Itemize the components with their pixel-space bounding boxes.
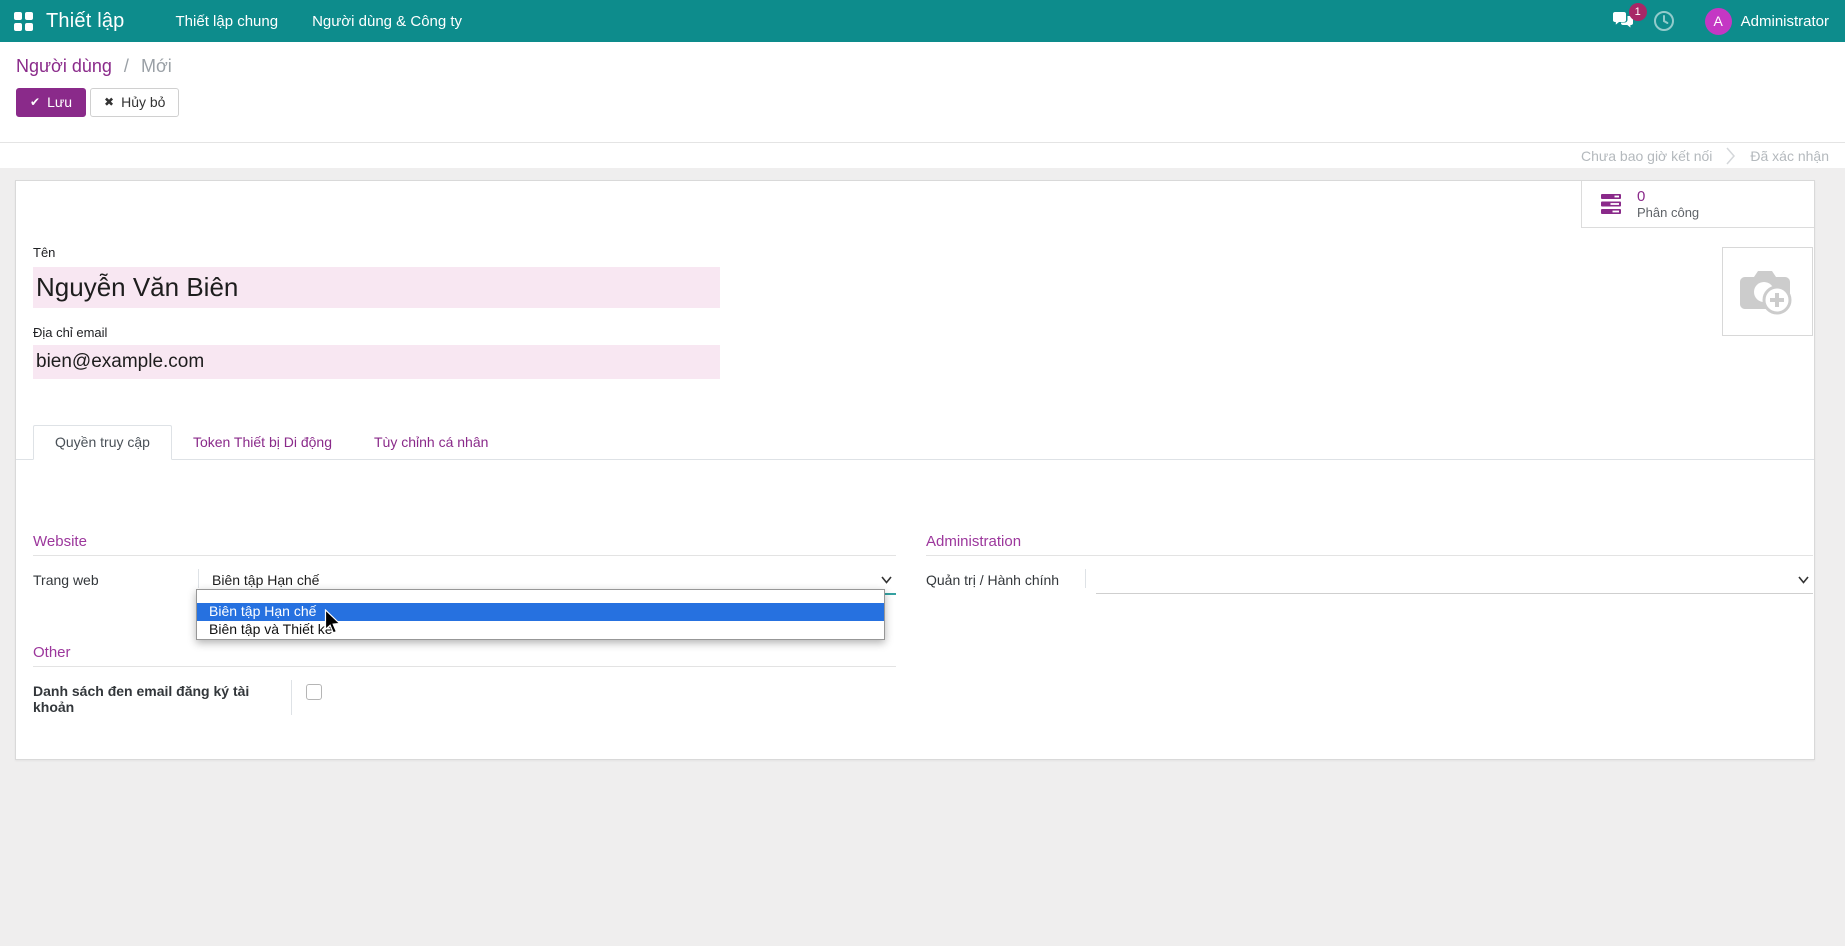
camera-plus-icon (1739, 267, 1797, 317)
control-panel: Người dùng / Mới ✔Lưu ✖Hủy bỏ (0, 42, 1845, 143)
check-icon: ✔ (30, 95, 40, 109)
administration-group-heading: Administration (926, 533, 1813, 556)
website-select-dropdown: Biên tập Hạn chế Biên tập và Thiết kế (196, 589, 885, 640)
activities-button[interactable] (1653, 10, 1675, 32)
x-icon: ✖ (104, 95, 114, 109)
tab-mobile-device-token[interactable]: Token Thiết bị Di động (172, 426, 353, 459)
group-website: Website Trang web Biên tập Hạn chế (33, 533, 896, 595)
save-button[interactable]: ✔Lưu (16, 88, 86, 117)
assignments-stat-button[interactable]: 0 Phân công (1581, 181, 1814, 228)
user-menu[interactable]: A Administrator (1705, 8, 1829, 35)
blacklist-checkbox-label: Danh sách đen email đăng ký tài khoản (33, 680, 292, 715)
stat-label: Phân công (1637, 205, 1699, 221)
tasks-icon (1600, 193, 1624, 215)
group-administration: Administration Quản trị / Hành chính (926, 533, 1813, 594)
administration-field-label: Quản trị / Hành chính (926, 569, 1086, 588)
name-input[interactable] (33, 267, 720, 308)
breadcrumb: Người dùng / Mới (16, 56, 1845, 77)
website-group-heading: Website (33, 533, 896, 556)
chevron-down-icon (881, 576, 892, 584)
other-group-heading: Other (33, 644, 896, 667)
statusbar: Chưa bao giờ kết nối Đã xác nhận (0, 143, 1845, 168)
user-avatar: A (1705, 8, 1732, 35)
status-step-never-connected[interactable]: Chưa bao giờ kết nối (1581, 148, 1712, 164)
stat-value: 0 (1637, 188, 1699, 205)
main-menu: Thiết lập chung Người dùng & Công ty (159, 0, 480, 42)
discard-button[interactable]: ✖Hủy bỏ (90, 88, 179, 117)
clock-icon (1653, 10, 1675, 32)
breadcrumb-current: Mới (141, 56, 172, 76)
tab-access-rights[interactable]: Quyền truy cập (33, 425, 172, 460)
top-navbar: Thiết lập Thiết lập chung Người dùng & C… (0, 0, 1845, 42)
breadcrumb-separator: / (124, 56, 129, 76)
website-select-value: Biên tập Hạn chế (212, 572, 319, 588)
tab-preferences[interactable]: Tùy chỉnh cá nhân (353, 426, 509, 459)
menu-item-users-companies[interactable]: Người dùng & Công ty (295, 0, 479, 42)
notebook-tabs: Quyền truy cập Token Thiết bị Di động Tù… (16, 425, 1814, 460)
breadcrumb-users-link[interactable]: Người dùng (16, 56, 112, 76)
apps-menu-button[interactable] (0, 0, 46, 42)
website-field-label: Trang web (33, 569, 199, 588)
profile-photo-upload[interactable] (1722, 247, 1813, 336)
email-input[interactable] (33, 345, 720, 379)
messages-button[interactable]: 1 (1611, 11, 1635, 31)
email-field-label: Địa chỉ email (33, 325, 107, 340)
app-title[interactable]: Thiết lập (46, 10, 125, 33)
chevron-down-icon (1798, 576, 1809, 584)
name-field-label: Tên (33, 245, 55, 260)
statusbar-arrow-icon (1726, 147, 1736, 165)
form-sheet: 0 Phân công Tên Địa chỉ email Quyền truy… (15, 180, 1815, 760)
dropdown-option-restricted-editor[interactable]: Biên tập Hạn chế (197, 603, 884, 621)
blacklist-checkbox[interactable] (306, 684, 322, 700)
group-other: Other Danh sách đen email đăng ký tài kh… (33, 644, 896, 715)
apps-grid-icon (14, 12, 33, 31)
menu-item-general-settings[interactable]: Thiết lập chung (159, 0, 296, 42)
messages-count-badge: 1 (1629, 3, 1647, 21)
user-name: Administrator (1741, 13, 1829, 30)
administration-select[interactable] (1096, 569, 1813, 594)
dropdown-option-editor-designer[interactable]: Biên tập và Thiết kế (197, 621, 884, 639)
navbar-right: 1 A Administrator (1611, 8, 1845, 35)
status-step-confirmed[interactable]: Đã xác nhận (1750, 148, 1829, 164)
